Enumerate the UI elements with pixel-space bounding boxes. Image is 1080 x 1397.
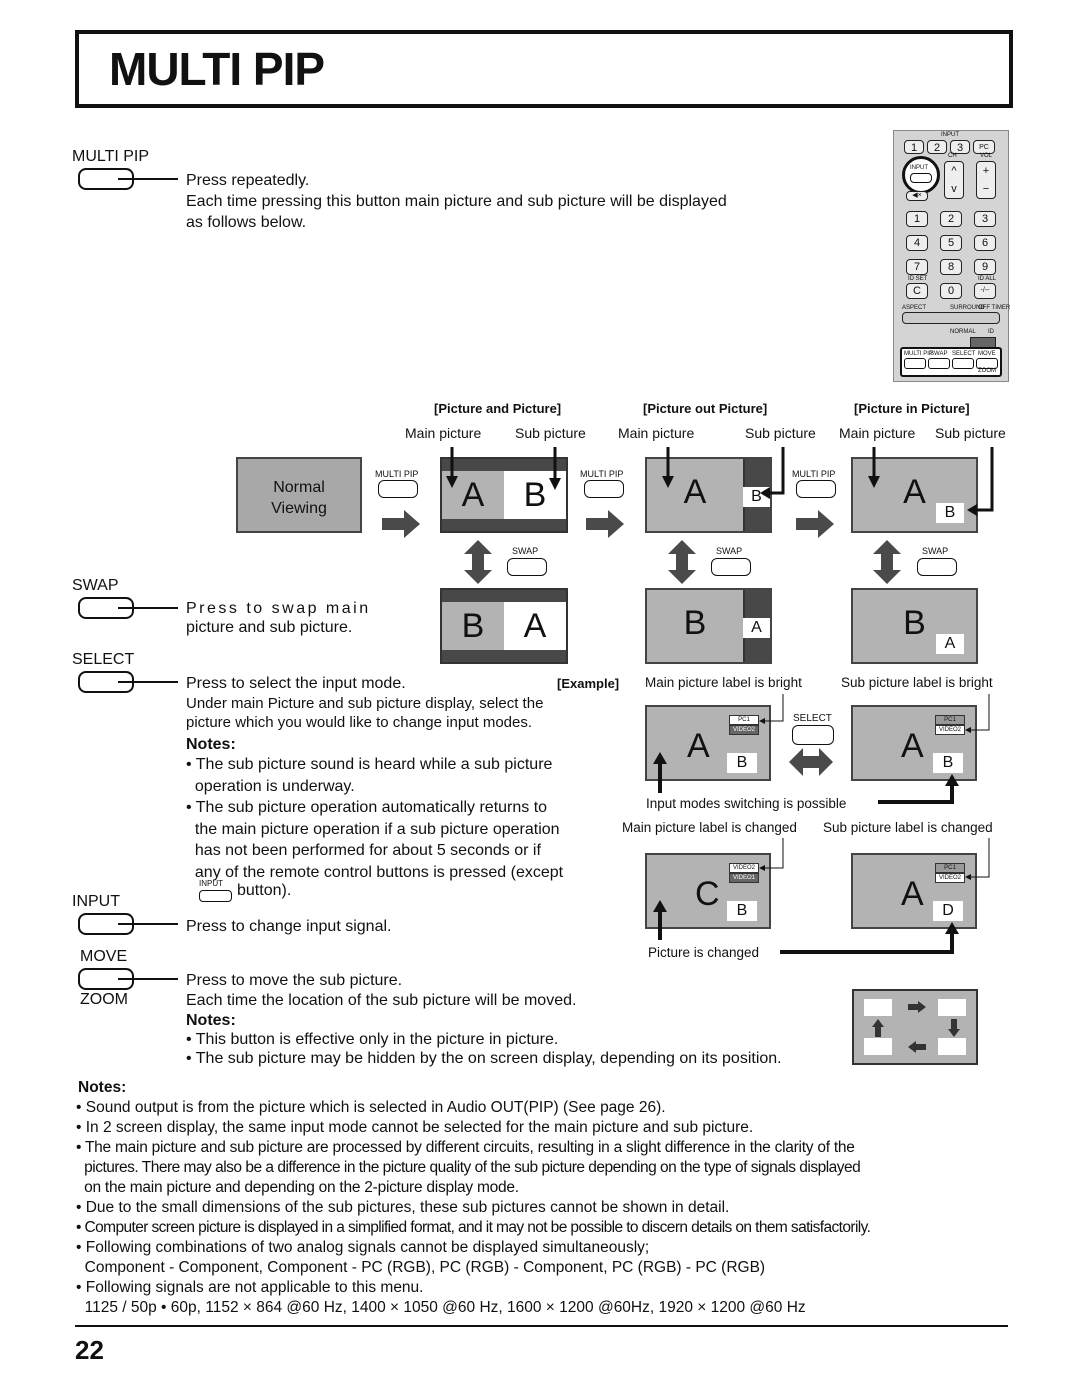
general-note-6: • Following combinations of two analog s… (76, 1239, 766, 1276)
general-notes-title: Notes: (78, 1079, 127, 1096)
footer-divider (75, 1325, 1008, 1327)
general-notes-list: • Sound output is from the picture which… (76, 1098, 871, 1318)
general-note-4: • Due to the small dimensions of the sub… (76, 1199, 730, 1216)
general-note-3: • The main picture and sub picture are p… (76, 1139, 861, 1196)
general-note-1: • Sound output is from the picture which… (76, 1099, 666, 1116)
general-note-5: • Computer screen picture is displayed i… (76, 1219, 871, 1236)
page-number: 22 (75, 1335, 104, 1365)
general-note-7: • Following signals are not applicable t… (76, 1279, 806, 1316)
general-note-2: • In 2 screen display, the same input mo… (76, 1119, 754, 1136)
